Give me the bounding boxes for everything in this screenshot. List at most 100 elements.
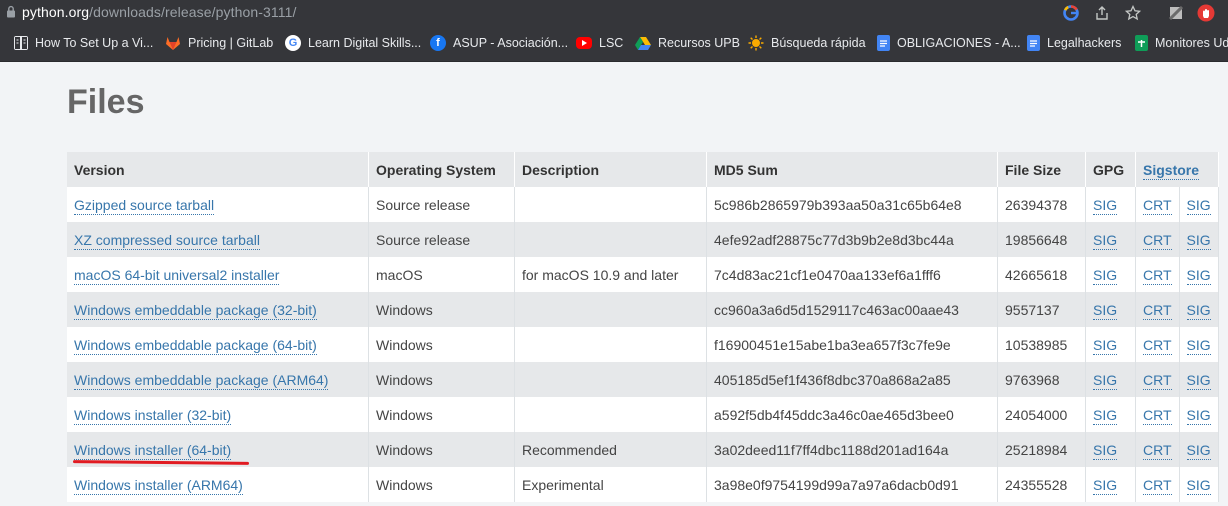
sigstore-crt-link[interactable]: CRT <box>1143 476 1172 495</box>
md5-cell: 405185d5ef1f436f8dbc370a868a2a85 <box>707 362 998 397</box>
sig-cell[interactable]: SIG <box>1179 432 1219 467</box>
version-cell[interactable]: Windows embeddable package (64-bit) <box>67 327 369 362</box>
version-cell[interactable]: Windows installer (ARM64) <box>67 467 369 502</box>
sigstore-crt-link[interactable]: CRT <box>1143 196 1172 215</box>
sig-cell[interactable]: SIG <box>1179 222 1219 257</box>
bookmark-item[interactable]: LSC <box>576 25 623 61</box>
os-cell: macOS <box>369 257 515 292</box>
download-link[interactable]: Windows embeddable package (64-bit) <box>74 336 317 355</box>
lock-icon[interactable] <box>6 5 16 18</box>
bookmark-item[interactable]: Legalhackers <box>1027 25 1121 61</box>
sigstore-crt-link[interactable]: CRT <box>1143 231 1172 250</box>
gpg-sig-link[interactable]: SIG <box>1093 336 1118 355</box>
version-cell[interactable]: macOS 64-bit universal2 installer <box>67 257 369 292</box>
version-cell[interactable]: Windows embeddable package (32-bit) <box>67 292 369 327</box>
gpg-cell[interactable]: SIG <box>1086 257 1136 292</box>
gpg-cell[interactable]: SIG <box>1086 467 1136 502</box>
download-link[interactable]: Windows embeddable package (32-bit) <box>74 301 317 320</box>
gpg-cell[interactable]: SIG <box>1086 292 1136 327</box>
crt-cell[interactable]: CRT <box>1136 222 1180 257</box>
google-icon[interactable] <box>1061 3 1081 23</box>
crt-cell[interactable]: CRT <box>1136 467 1180 502</box>
sigstore-sig-link[interactable]: SIG <box>1186 441 1211 460</box>
sigstore-sig-link[interactable]: SIG <box>1186 196 1211 215</box>
gpg-cell[interactable]: SIG <box>1086 327 1136 362</box>
sig-cell[interactable]: SIG <box>1179 187 1219 222</box>
crt-cell[interactable]: CRT <box>1136 187 1180 222</box>
crt-cell[interactable]: CRT <box>1136 397 1180 432</box>
gpg-sig-link[interactable]: SIG <box>1093 406 1118 425</box>
sigstore-crt-link[interactable]: CRT <box>1143 441 1172 460</box>
sig-cell[interactable]: SIG <box>1179 397 1219 432</box>
gpg-cell[interactable]: SIG <box>1086 397 1136 432</box>
description-cell <box>515 362 707 397</box>
sigstore-link[interactable]: Sigstore <box>1143 161 1200 180</box>
sigstore-crt-link[interactable]: CRT <box>1143 336 1172 355</box>
adblock-icon[interactable] <box>1196 3 1216 23</box>
column-header-sigstore[interactable]: Sigstore <box>1136 152 1219 187</box>
bookmark-item[interactable]: Monitores Ud <box>1135 25 1228 61</box>
table-row: Gzipped source tarball Source release 5c… <box>67 187 1219 222</box>
sigstore-sig-link[interactable]: SIG <box>1186 476 1211 495</box>
address-bar[interactable]: python.org/downloads/release/python-3111… <box>0 0 1228 25</box>
table-row: Windows installer (32-bit) Windows a592f… <box>67 397 1219 432</box>
version-cell[interactable]: Windows installer (32-bit) <box>67 397 369 432</box>
sigstore-sig-link[interactable]: SIG <box>1186 336 1211 355</box>
crt-cell[interactable]: CRT <box>1136 327 1180 362</box>
download-link[interactable]: Windows installer (64-bit) <box>74 441 232 460</box>
gpg-cell[interactable]: SIG <box>1086 362 1136 397</box>
crt-cell[interactable]: CRT <box>1136 362 1180 397</box>
sigstore-crt-link[interactable]: CRT <box>1143 301 1172 320</box>
download-link[interactable]: Windows embeddable package (ARM64) <box>74 371 329 390</box>
sigstore-sig-link[interactable]: SIG <box>1186 266 1211 285</box>
extension-icon[interactable] <box>1166 3 1186 23</box>
gpg-sig-link[interactable]: SIG <box>1093 301 1118 320</box>
download-link[interactable]: Gzipped source tarball <box>74 196 215 215</box>
version-cell[interactable]: Gzipped source tarball <box>67 187 369 222</box>
description-cell <box>515 397 707 432</box>
gpg-cell[interactable]: SIG <box>1086 432 1136 467</box>
gpg-sig-link[interactable]: SIG <box>1093 231 1118 250</box>
crt-cell[interactable]: CRT <box>1136 292 1180 327</box>
share-icon[interactable] <box>1092 3 1112 23</box>
gpg-sig-link[interactable]: SIG <box>1093 266 1118 285</box>
sig-cell[interactable]: SIG <box>1179 257 1219 292</box>
sigstore-crt-link[interactable]: CRT <box>1143 371 1172 390</box>
bookmark-item[interactable]: OBLIGACIONES - A... <box>877 25 1021 61</box>
sig-cell[interactable]: SIG <box>1179 327 1219 362</box>
bookmark-item[interactable]: Recursos UPB <box>635 25 740 61</box>
gpg-sig-link[interactable]: SIG <box>1093 441 1118 460</box>
sigstore-crt-link[interactable]: CRT <box>1143 406 1172 425</box>
crt-cell[interactable]: CRT <box>1136 432 1180 467</box>
sigstore-sig-link[interactable]: SIG <box>1186 371 1211 390</box>
star-icon[interactable] <box>1123 3 1143 23</box>
download-link[interactable]: Windows installer (ARM64) <box>74 476 243 495</box>
gpg-sig-link[interactable]: SIG <box>1093 371 1118 390</box>
version-cell[interactable]: XZ compressed source tarball <box>67 222 369 257</box>
sigstore-crt-link[interactable]: CRT <box>1143 266 1172 285</box>
gpg-sig-link[interactable]: SIG <box>1093 196 1118 215</box>
bookmark-item[interactable]: Pricing | GitLab <box>165 25 273 61</box>
bookmark-item[interactable]: Búsqueda rápida <box>748 25 866 61</box>
gpg-sig-link[interactable]: SIG <box>1093 476 1118 495</box>
bookmark-item[interactable]: How To Set Up a Vi... <box>14 25 153 61</box>
sig-cell[interactable]: SIG <box>1179 362 1219 397</box>
version-cell[interactable]: Windows embeddable package (ARM64) <box>67 362 369 397</box>
bookmark-label: LSC <box>599 36 624 50</box>
gpg-cell[interactable]: SIG <box>1086 187 1136 222</box>
sig-cell[interactable]: SIG <box>1179 467 1219 502</box>
download-link[interactable]: macOS 64-bit universal2 installer <box>74 266 280 285</box>
download-link[interactable]: XZ compressed source tarball <box>74 231 260 250</box>
sig-cell[interactable]: SIG <box>1179 292 1219 327</box>
sigstore-sig-link[interactable]: SIG <box>1186 406 1211 425</box>
gpg-cell[interactable]: SIG <box>1086 222 1136 257</box>
sigstore-sig-link[interactable]: SIG <box>1186 231 1211 250</box>
os-cell: Windows <box>369 432 515 467</box>
url-text[interactable]: python.org/downloads/release/python-3111… <box>22 4 296 20</box>
bookmark-item[interactable]: G Learn Digital Skills... <box>285 25 421 61</box>
download-link[interactable]: Windows installer (32-bit) <box>74 406 232 425</box>
bookmark-label: Learn Digital Skills... <box>308 36 422 50</box>
crt-cell[interactable]: CRT <box>1136 257 1180 292</box>
bookmark-item[interactable]: f ASUP - Asociación... <box>430 25 568 61</box>
sigstore-sig-link[interactable]: SIG <box>1186 301 1211 320</box>
